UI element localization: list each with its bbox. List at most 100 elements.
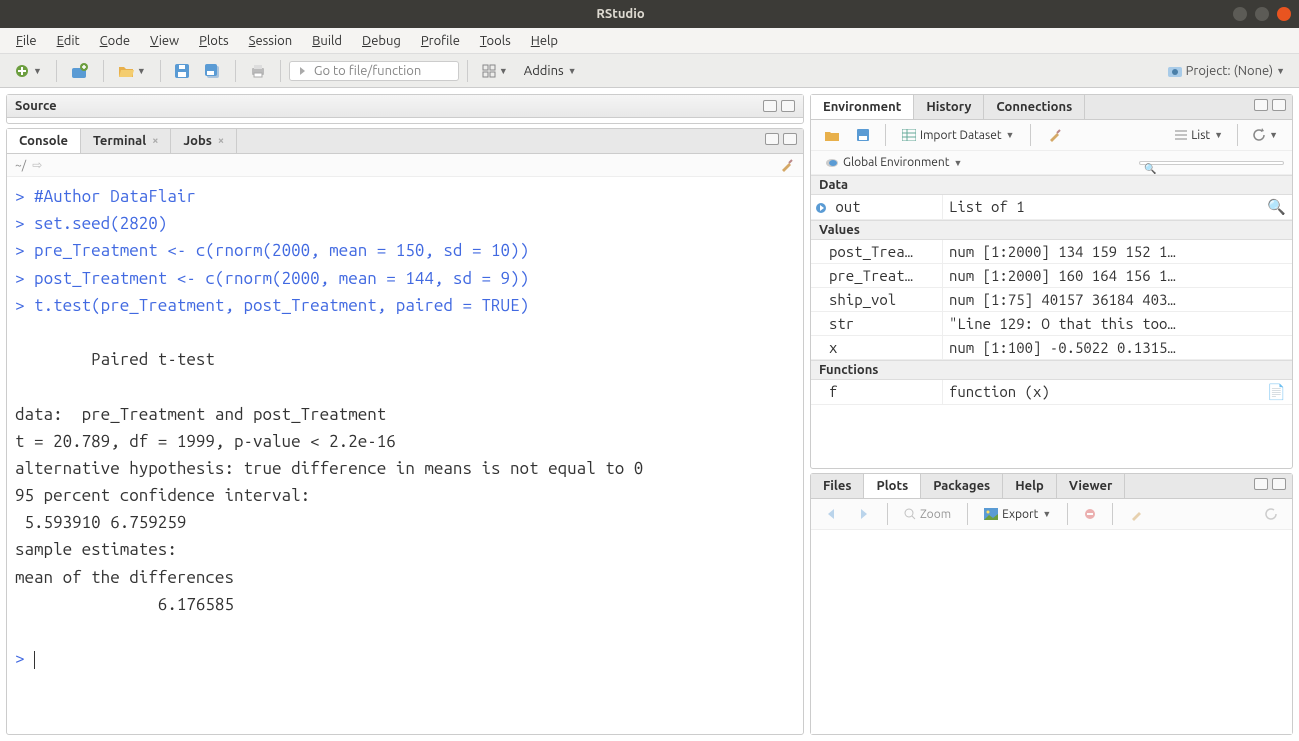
zoom-button[interactable]: Zoom bbox=[898, 506, 957, 523]
plot-prev-button[interactable] bbox=[819, 504, 845, 524]
tab-connections[interactable]: Connections bbox=[984, 95, 1085, 119]
menu-build[interactable]: Build bbox=[304, 32, 350, 50]
plot-next-button[interactable] bbox=[851, 504, 877, 524]
goto-file-input[interactable]: Go to file/function bbox=[289, 61, 459, 81]
menu-plots[interactable]: Plots bbox=[191, 32, 237, 50]
pane-restore-icon[interactable] bbox=[1254, 99, 1268, 111]
project-menu[interactable]: Project: (None) ▼ bbox=[1161, 60, 1291, 82]
window-titlebar: RStudio bbox=[0, 0, 1299, 28]
env-row[interactable]: str"Line 129: O that this too… bbox=[811, 312, 1292, 336]
menu-code[interactable]: Code bbox=[92, 32, 138, 50]
menu-profile[interactable]: Profile bbox=[413, 32, 468, 50]
env-section-functions: Functions bbox=[811, 360, 1292, 380]
env-section-data: Data bbox=[811, 175, 1292, 195]
plot-canvas bbox=[811, 530, 1292, 734]
pane-restore-icon[interactable] bbox=[763, 100, 777, 112]
tab-jobs[interactable]: Jobs× bbox=[171, 129, 237, 153]
scope-selector[interactable]: Global Environment ▼ bbox=[819, 154, 968, 171]
tab-environment[interactable]: Environment bbox=[811, 95, 914, 119]
environment-list: Data outList of 1🔍Valuespost_Trea…num [1… bbox=[811, 175, 1292, 468]
environment-search-input[interactable] bbox=[1139, 161, 1284, 165]
list-view-button[interactable]: List ▼ bbox=[1169, 127, 1229, 144]
clear-workspace-button[interactable] bbox=[1041, 123, 1069, 147]
pane-maximize-icon[interactable] bbox=[1272, 99, 1286, 111]
open-file-button[interactable]: ▼ bbox=[112, 60, 152, 82]
clear-plots-button[interactable] bbox=[1123, 502, 1151, 526]
pane-maximize-icon[interactable] bbox=[1272, 478, 1286, 490]
grid-icon bbox=[902, 129, 916, 141]
tab-history[interactable]: History bbox=[914, 95, 984, 119]
env-section-values: Values bbox=[811, 220, 1292, 240]
menu-help[interactable]: Help bbox=[523, 32, 566, 50]
refresh-button[interactable]: ▼ bbox=[1246, 124, 1284, 146]
minimize-icon[interactable] bbox=[1233, 7, 1247, 21]
r-icon bbox=[825, 157, 839, 169]
environment-toolbar: Import Dataset ▼ List ▼ ▼ bbox=[811, 120, 1292, 151]
console-output[interactable]: > #Author DataFlair> set.seed(2820)> pre… bbox=[7, 177, 803, 734]
grid-button[interactable]: ▼ bbox=[476, 60, 514, 82]
console-path-bar: ~/ ⇨ bbox=[7, 154, 803, 177]
plots-toolbar: Zoom Export ▼ bbox=[811, 499, 1292, 530]
arrow-right-icon bbox=[298, 66, 308, 76]
export-button[interactable]: Export ▼ bbox=[978, 506, 1057, 523]
tab-files[interactable]: Files bbox=[811, 474, 864, 498]
load-workspace-button[interactable] bbox=[819, 125, 845, 145]
menu-tools[interactable]: Tools bbox=[472, 32, 519, 50]
env-row[interactable]: ffunction (x)📄 bbox=[811, 380, 1292, 405]
goto-placeholder: Go to file/function bbox=[314, 64, 421, 78]
menu-view[interactable]: View bbox=[142, 32, 187, 50]
source-pane-title: Source bbox=[15, 99, 57, 113]
menu-edit[interactable]: Edit bbox=[49, 32, 88, 50]
new-project-button[interactable] bbox=[65, 59, 95, 83]
tab-console[interactable]: Console bbox=[7, 129, 81, 153]
addins-button[interactable]: Addins ▼ bbox=[518, 62, 583, 80]
save-button[interactable] bbox=[169, 60, 195, 82]
tab-packages[interactable]: Packages bbox=[921, 474, 1003, 498]
import-dataset-button[interactable]: Import Dataset ▼ bbox=[896, 127, 1020, 144]
menu-debug[interactable]: Debug bbox=[354, 32, 409, 50]
save-workspace-button[interactable] bbox=[851, 125, 875, 145]
plots-pane: FilesPlotsPackagesHelpViewer Zoom bbox=[810, 473, 1293, 735]
environment-pane: EnvironmentHistoryConnections Import Dat… bbox=[810, 94, 1293, 469]
tab-viewer[interactable]: Viewer bbox=[1057, 474, 1126, 498]
remove-plot-button[interactable] bbox=[1078, 504, 1102, 524]
broom-icon[interactable] bbox=[779, 157, 795, 173]
env-row[interactable]: ship_volnum [1:75] 40157 36184 403… bbox=[811, 288, 1292, 312]
tab-terminal[interactable]: Terminal× bbox=[81, 129, 171, 153]
save-all-button[interactable] bbox=[199, 60, 227, 82]
pane-restore-icon[interactable] bbox=[765, 133, 779, 145]
pane-maximize-icon[interactable] bbox=[783, 133, 797, 145]
menu-session[interactable]: Session bbox=[241, 32, 300, 50]
project-label: Project: (None) bbox=[1186, 64, 1273, 78]
menubar: FileEditCodeViewPlotsSessionBuildDebugPr… bbox=[0, 28, 1299, 54]
menu-file[interactable]: File bbox=[8, 32, 45, 50]
console-tabs: ConsoleTerminal×Jobs× bbox=[7, 129, 803, 154]
window-controls bbox=[1233, 7, 1291, 21]
refresh-plot-button[interactable] bbox=[1258, 503, 1284, 525]
close-icon[interactable] bbox=[1277, 7, 1291, 21]
project-icon bbox=[1167, 64, 1183, 78]
share-icon[interactable]: ⇨ bbox=[32, 158, 42, 172]
pane-restore-icon[interactable] bbox=[1254, 478, 1268, 490]
source-pane: Source bbox=[6, 94, 804, 124]
env-row[interactable]: post_Trea…num [1:2000] 134 159 152 1… bbox=[811, 240, 1292, 264]
env-row[interactable]: outList of 1🔍 bbox=[811, 195, 1292, 220]
maximize-icon[interactable] bbox=[1255, 7, 1269, 21]
console-pane: ConsoleTerminal×Jobs× ~/ ⇨ > #Author Dat… bbox=[6, 128, 804, 735]
env-row[interactable]: xnum [1:100] -0.5022 0.1315… bbox=[811, 336, 1292, 360]
image-icon bbox=[984, 508, 998, 520]
zoom-icon bbox=[904, 508, 916, 520]
environment-scope-bar: Global Environment ▼ bbox=[811, 151, 1292, 175]
list-icon bbox=[1175, 130, 1187, 140]
pane-maximize-icon[interactable] bbox=[781, 100, 795, 112]
close-icon[interactable]: × bbox=[152, 135, 158, 147]
env-row[interactable]: pre_Treat…num [1:2000] 160 164 156 1… bbox=[811, 264, 1292, 288]
print-button[interactable] bbox=[244, 60, 272, 82]
plots-tabs: FilesPlotsPackagesHelpViewer bbox=[811, 474, 1292, 499]
close-icon[interactable]: × bbox=[218, 135, 224, 147]
window-title: RStudio bbox=[8, 7, 1233, 21]
tab-plots[interactable]: Plots bbox=[864, 474, 921, 498]
tab-help[interactable]: Help bbox=[1003, 474, 1057, 498]
new-file-button[interactable]: ▼ bbox=[8, 59, 48, 83]
environment-tabs: EnvironmentHistoryConnections bbox=[811, 95, 1292, 120]
